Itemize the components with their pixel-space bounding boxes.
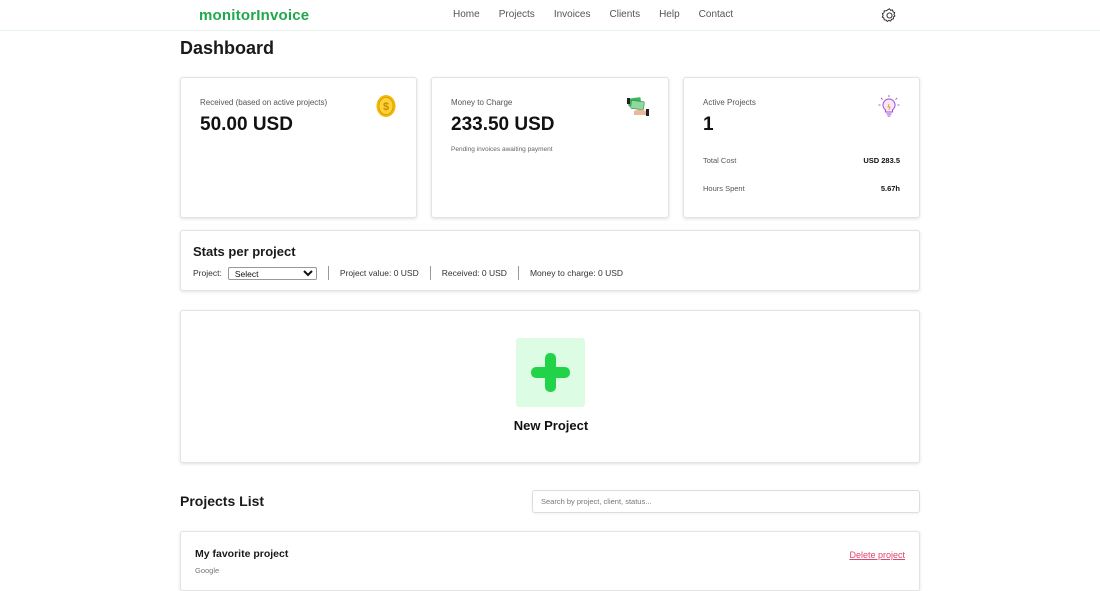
active-label: Active Projects (703, 98, 756, 107)
gear-icon[interactable] (881, 7, 898, 24)
new-project-button[interactable] (516, 338, 585, 407)
project-value-stat: Project value: 0 USD (339, 268, 419, 278)
nav-home[interactable]: Home (453, 9, 480, 20)
hours-spent-value: 5.67h (880, 184, 900, 193)
money-to-charge-card: Money to Charge 233.50 USD Pending invoi… (431, 77, 669, 218)
nav-invoices[interactable]: Invoices (554, 9, 591, 20)
total-cost-value: USD 283.5 (863, 156, 900, 165)
received-value: 50.00 USD (200, 114, 293, 135)
nav-clients[interactable]: Clients (610, 9, 641, 20)
nav-contact[interactable]: Contact (699, 9, 733, 20)
divider (517, 266, 519, 280)
stats-title: Stats per project (193, 244, 296, 259)
total-cost-row: Total Cost USD 283.5 (703, 156, 900, 165)
hours-spent-row: Hours Spent 5.67h (703, 184, 900, 193)
to-charge-sub: Pending invoices awaiting payment (451, 146, 553, 153)
received-stat: Received: 0 USD (441, 268, 507, 278)
project-search-input[interactable] (532, 490, 920, 513)
divider (429, 266, 431, 280)
received-card: Received (based on active projects) 50.0… (180, 77, 417, 218)
project-name[interactable]: My favorite project (195, 548, 288, 560)
brand-logo[interactable]: monitorInvoice (199, 7, 309, 24)
gold-coin-icon: $ (376, 95, 396, 117)
project-label: Project: (193, 268, 222, 278)
money-to-charge-stat: Money to charge: 0 USD (529, 268, 624, 278)
plus-icon (531, 353, 570, 392)
lightbulb-icon (878, 95, 900, 117)
top-navbar: monitorInvoice Home Projects Invoices Cl… (0, 0, 1100, 31)
delete-project-link[interactable]: Delete project (849, 550, 905, 560)
cash-hand-icon (627, 97, 649, 116)
stats-row: Project: Select Project value: 0 USD Rec… (193, 266, 623, 280)
total-cost-label: Total Cost (703, 156, 737, 165)
new-project-label: New Project (513, 418, 589, 433)
svg-text:$: $ (383, 101, 389, 113)
project-card[interactable]: My favorite project Google Delete projec… (180, 531, 920, 591)
projects-list-title: Projects List (180, 493, 265, 509)
new-project-card[interactable]: New Project (180, 310, 920, 463)
divider (327, 266, 329, 280)
hours-spent-label: Hours Spent (703, 184, 745, 193)
stats-per-project-card: Stats per project Project: Select Projec… (180, 230, 920, 291)
nav-help[interactable]: Help (659, 9, 680, 20)
nav-projects[interactable]: Projects (499, 9, 535, 20)
project-select[interactable]: Select (227, 266, 317, 280)
to-charge-label: Money to Charge (451, 98, 513, 107)
project-client: Google (195, 566, 220, 575)
to-charge-value: 233.50 USD (451, 114, 555, 135)
received-label: Received (based on active projects) (200, 98, 328, 107)
page-title: Dashboard (180, 38, 275, 58)
main-nav: Home Projects Invoices Clients Help Cont… (453, 9, 752, 20)
active-projects-card: Active Projects 1 Total Cost USD 283.5 H… (683, 77, 920, 218)
active-value: 1 (703, 114, 714, 135)
